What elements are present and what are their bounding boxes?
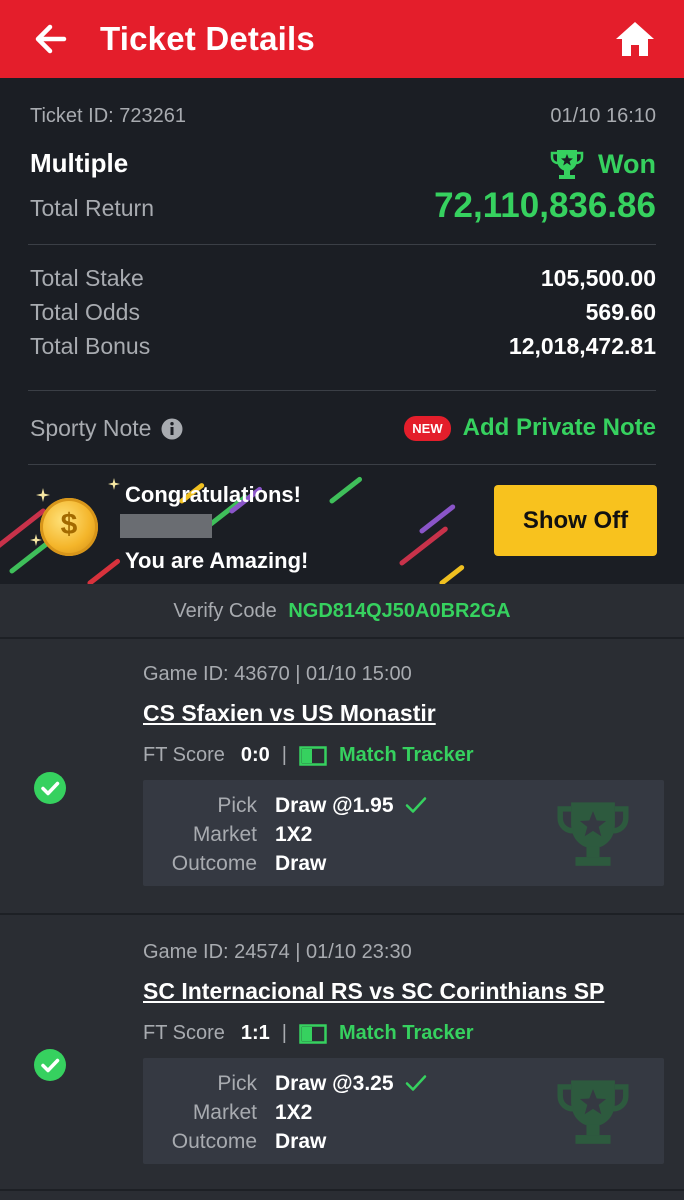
score-row: FT Score 1:1 | Match Tracker: [143, 1022, 474, 1045]
info-icon[interactable]: [161, 418, 183, 440]
outcome-value: Draw: [275, 1130, 327, 1153]
redacted-block: [120, 514, 212, 538]
confetti-streak: [418, 503, 457, 535]
total-stake-value: 105,500.00: [540, 265, 656, 291]
score-row: FT Score 0:0 | Match Tracker: [143, 744, 474, 767]
outcome-label: Outcome: [171, 852, 257, 875]
add-private-note-label: Add Private Note: [462, 414, 656, 441]
check-circle-icon: [34, 772, 66, 804]
divider: [28, 244, 656, 245]
confetti-streak: [328, 475, 364, 505]
pick-label: Pick: [217, 794, 257, 817]
congrats-banner: $ Congratulations! You are Amazing! Show…: [0, 470, 684, 584]
market-value: 1X2: [275, 1101, 313, 1124]
total-return-label: Total Return: [30, 195, 155, 221]
match-title[interactable]: CS Sfaxien vs US Monastir: [143, 700, 436, 727]
ft-score-value: 1:1: [240, 1022, 270, 1044]
total-bonus-label: Total Bonus: [30, 333, 151, 359]
match-title[interactable]: SC Internacional RS vs SC Corinthians SP: [143, 978, 604, 1005]
pick-details: Pick Draw @3.25 Market 1X2 Outcome Draw: [143, 1058, 664, 1164]
verify-code: Verify Code NGD814QJ50A0BR2GA: [0, 600, 684, 623]
sporty-note: Sporty Note: [30, 415, 183, 442]
arrow-left-icon[interactable]: [30, 18, 70, 60]
total-stake-label: Total Stake: [30, 265, 144, 291]
tracker-icon: [299, 1023, 327, 1044]
coin-icon: $: [40, 498, 98, 556]
total-odds-value: 569.60: [585, 299, 656, 325]
sparkle-icon: [36, 488, 50, 502]
match-tracker-label: Match Tracker: [338, 1022, 474, 1044]
sparkle-icon: [108, 478, 120, 490]
show-off-button[interactable]: Show Off: [494, 485, 657, 556]
status-text: Won: [598, 148, 656, 179]
divider: [0, 1189, 684, 1191]
congrats-line2: You are Amazing!: [125, 548, 309, 573]
ft-score-label: FT Score: [143, 744, 225, 766]
verify-code-label: Verify Code: [173, 600, 277, 622]
outcome-label: Outcome: [171, 1130, 257, 1153]
match-tracker-label: Match Tracker: [338, 744, 474, 766]
pick-value: Draw @1.95: [275, 794, 394, 817]
congrats-line1: Congratulations!: [125, 482, 301, 507]
divider: [28, 464, 656, 465]
check-circle-icon: [34, 1049, 66, 1081]
ft-score-value: 0:0: [240, 744, 270, 766]
home-icon[interactable]: [614, 20, 656, 58]
separator: |: [281, 744, 287, 766]
tracker-icon: [299, 745, 327, 766]
trophy-icon: [557, 1080, 629, 1144]
pick-details: Pick Draw @1.95 Market 1X2 Outcome Draw: [143, 780, 664, 886]
sporty-note-label: Sporty Note: [30, 415, 152, 441]
market-label: Market: [192, 823, 257, 846]
pick-label: Pick: [217, 1072, 257, 1095]
market-value: 1X2: [275, 823, 313, 846]
verify-code-value[interactable]: NGD814QJ50A0BR2GA: [288, 600, 510, 622]
pick-value: Draw @3.25: [275, 1072, 394, 1095]
game-meta: Game ID: 43670 | 01/10 15:00: [143, 663, 412, 685]
market-label: Market: [192, 1101, 257, 1124]
total-return-value: 72,110,836.86: [434, 186, 656, 225]
game-card: Game ID: 43670 | 01/10 15:00 CS Sfaxien …: [0, 639, 684, 913]
ticket-datetime: 01/10 16:10: [550, 105, 656, 127]
verify-code-bar: Verify Code NGD814QJ50A0BR2GA: [0, 584, 684, 638]
status-badge: Won: [550, 148, 656, 180]
total-odds-label: Total Odds: [30, 299, 140, 325]
add-private-note-button[interactable]: NEW Add Private Note: [404, 414, 656, 442]
total-bonus-value: 12,018,472.81: [508, 333, 656, 359]
match-tracker-link[interactable]: Match Tracker: [299, 1022, 474, 1045]
divider: [28, 390, 656, 391]
app-bar: Ticket Details: [0, 0, 684, 78]
trophy-icon: [557, 802, 629, 866]
outcome-value: Draw: [275, 852, 327, 875]
check-icon: [405, 797, 427, 813]
ticket-id: Ticket ID: 723261: [30, 105, 187, 127]
new-badge: NEW: [404, 415, 451, 441]
confetti-streak: [86, 557, 122, 584]
game-card: Game ID: 24574 | 01/10 23:30 SC Internac…: [0, 915, 684, 1189]
bet-type: Multiple: [30, 148, 129, 178]
ft-score-label: FT Score: [143, 1022, 225, 1044]
trophy-icon: [550, 150, 584, 179]
check-icon: [405, 1075, 427, 1091]
page-title: Ticket Details: [100, 20, 315, 57]
match-tracker-link[interactable]: Match Tracker: [299, 744, 474, 767]
separator: |: [281, 1022, 287, 1044]
game-meta: Game ID: 24574 | 01/10 23:30: [143, 941, 412, 963]
confetti-streak: [438, 564, 466, 584]
